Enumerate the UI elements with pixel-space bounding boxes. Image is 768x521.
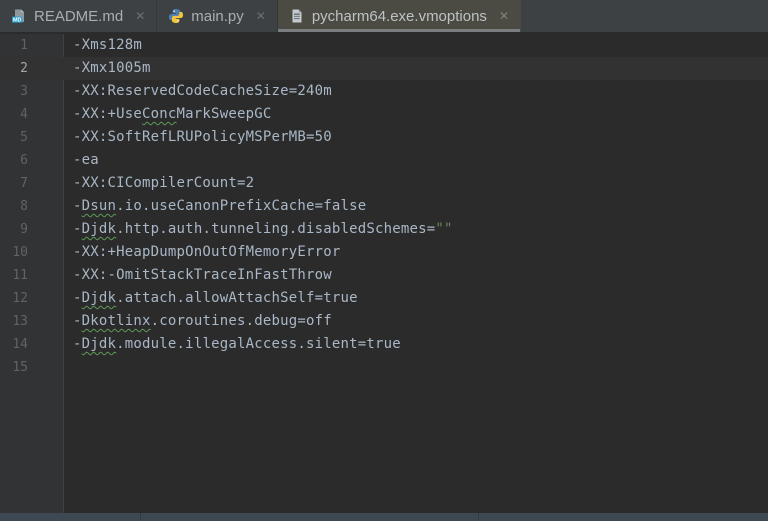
line-text: -Dkotlinx.coroutines.debug=off	[64, 310, 332, 333]
code-segment: -	[73, 221, 82, 237]
text-file-icon	[289, 8, 305, 24]
line-text: -XX:ReservedCodeCacheSize=240m	[64, 80, 332, 103]
code-segment: -XX:SoftRefLRUPolicyMSPerMB=50	[73, 129, 332, 145]
editor-line[interactable]: 1 -Xms128m	[0, 34, 768, 57]
line-number: 14	[0, 333, 64, 356]
code-segment: -XX:CICompilerCount=2	[73, 175, 254, 191]
editor-line[interactable]: 3 -XX:ReservedCodeCacheSize=240m	[0, 80, 768, 103]
line-number: 12	[0, 287, 64, 310]
line-number: 7	[0, 172, 64, 195]
editor-rows: 1 -Xms128m 2 -Xmx1005m 3 -XX:ReservedCodeCach…	[0, 34, 768, 379]
editor-line[interactable]: 7 -XX:CICompilerCount=2	[0, 172, 768, 195]
line-text: -Dsun.io.useCanonPrefixCache=false	[64, 195, 366, 218]
code-segment: MarkSweepGC	[177, 106, 272, 122]
bottom-panel-edge	[0, 513, 768, 521]
typo-word: Conc	[142, 106, 177, 122]
code-segment: -Xmx1005m	[73, 60, 151, 76]
editor-pane[interactable]: 1 -Xms128m 2 -Xmx1005m 3 -XX:ReservedCodeCach…	[0, 34, 768, 513]
bottom-panel-divider	[140, 513, 141, 521]
tab-label: main.py	[191, 8, 244, 25]
editor-line[interactable]: 6 -ea	[0, 149, 768, 172]
line-number: 13	[0, 310, 64, 333]
typo-word: Djdk	[82, 290, 117, 306]
code-segment: -XX:ReservedCodeCacheSize=240m	[73, 83, 332, 99]
ide-window: MDREADME.md✕main.py✕pycharm64.exe.vmopti…	[0, 0, 768, 521]
code-segment: .module.illegalAccess.silent=true	[116, 336, 401, 352]
editor-line[interactable]: 10 -XX:+HeapDumpOnOutOfMemoryError	[0, 241, 768, 264]
line-number: 15	[0, 356, 64, 379]
tab-label: pycharm64.exe.vmoptions	[312, 8, 487, 25]
tab-main-py[interactable]: main.py ✕	[157, 0, 278, 32]
line-text	[64, 356, 73, 379]
line-text: -XX:-OmitStackTraceInFastThrow	[64, 264, 332, 287]
code-segment: -XX:+HeapDumpOnOutOfMemoryError	[73, 244, 341, 260]
tab-close-icon[interactable]: ✕	[256, 10, 266, 22]
tab-pycharm64-exe-vmoptions[interactable]: pycharm64.exe.vmoptions ✕	[278, 0, 521, 32]
code-segment: -XX:-OmitStackTraceInFastThrow	[73, 267, 332, 283]
editor-line[interactable]: 14-Djdk.module.illegalAccess.silent=true	[0, 333, 768, 356]
line-number: 4	[0, 103, 64, 126]
code-segment: .http.auth.tunneling.disabledSchemes=	[116, 221, 435, 237]
code-segment: -XX:+Use	[73, 106, 142, 122]
typo-word: Djdk	[82, 221, 117, 237]
tab-label: README.md	[34, 8, 123, 25]
editor-line[interactable]: 5 -XX:SoftRefLRUPolicyMSPerMB=50	[0, 126, 768, 149]
tab-readme-md[interactable]: MD README.md ✕	[0, 0, 157, 32]
line-number: 5	[0, 126, 64, 149]
line-text: -ea	[64, 149, 99, 172]
code-segment: ""	[435, 221, 452, 237]
line-number: 8	[0, 195, 64, 218]
python-file-icon	[168, 8, 184, 24]
line-text: -XX:+UseConcMarkSweepGC	[64, 103, 271, 126]
editor-line[interactable]: 13-Dkotlinx.coroutines.debug=off	[0, 310, 768, 333]
line-text: -XX:SoftRefLRUPolicyMSPerMB=50	[64, 126, 332, 149]
line-text: -Djdk.http.auth.tunneling.disabledScheme…	[64, 218, 453, 241]
markdown-file-icon: MD	[11, 8, 27, 24]
line-number: 11	[0, 264, 64, 287]
tab-bar: MDREADME.md✕main.py✕pycharm64.exe.vmopti…	[0, 0, 768, 33]
code-segment: .io.useCanonPrefixCache=false	[116, 198, 366, 214]
line-number: 10	[0, 241, 64, 264]
line-text: -Djdk.module.illegalAccess.silent=true	[64, 333, 401, 356]
editor-line[interactable]: 15	[0, 356, 768, 379]
code-segment: -	[73, 198, 82, 214]
code-segment: -	[73, 336, 82, 352]
svg-text:MD: MD	[13, 17, 21, 23]
line-text: -XX:CICompilerCount=2	[64, 172, 254, 195]
tab-close-icon[interactable]: ✕	[499, 10, 509, 22]
code-segment: -	[73, 290, 82, 306]
typo-word: Dsun	[82, 198, 117, 214]
code-segment: .coroutines.debug=off	[151, 313, 332, 329]
editor-line[interactable]: 4-XX:+UseConcMarkSweepGC	[0, 103, 768, 126]
line-text: -Xmx1005m	[64, 57, 151, 80]
tab-close-icon[interactable]: ✕	[135, 10, 145, 22]
editor-line[interactable]: 12-Djdk.attach.allowAttachSelf=true	[0, 287, 768, 310]
code-segment: -	[73, 313, 82, 329]
editor-line[interactable]: 9-Djdk.http.auth.tunneling.disabledSchem…	[0, 218, 768, 241]
line-number: 6	[0, 149, 64, 172]
editor-line[interactable]: 11 -XX:-OmitStackTraceInFastThrow	[0, 264, 768, 287]
editor-line[interactable]: 2 -Xmx1005m	[0, 57, 768, 80]
typo-word: Djdk	[82, 336, 117, 352]
code-segment: -Xms128m	[73, 37, 142, 53]
line-text: -Djdk.attach.allowAttachSelf=true	[64, 287, 358, 310]
line-number: 3	[0, 80, 64, 103]
line-text: -XX:+HeapDumpOnOutOfMemoryError	[64, 241, 341, 264]
line-text: -Xms128m	[64, 34, 142, 57]
line-number: 1	[0, 34, 64, 57]
line-number: 2	[0, 57, 64, 80]
editor-line[interactable]: 8-Dsun.io.useCanonPrefixCache=false	[0, 195, 768, 218]
typo-word: Dkotlinx	[82, 313, 151, 329]
line-number: 9	[0, 218, 64, 241]
code-segment: .attach.allowAttachSelf=true	[116, 290, 358, 306]
code-segment: -ea	[73, 152, 99, 168]
bottom-panel-divider	[478, 513, 479, 521]
